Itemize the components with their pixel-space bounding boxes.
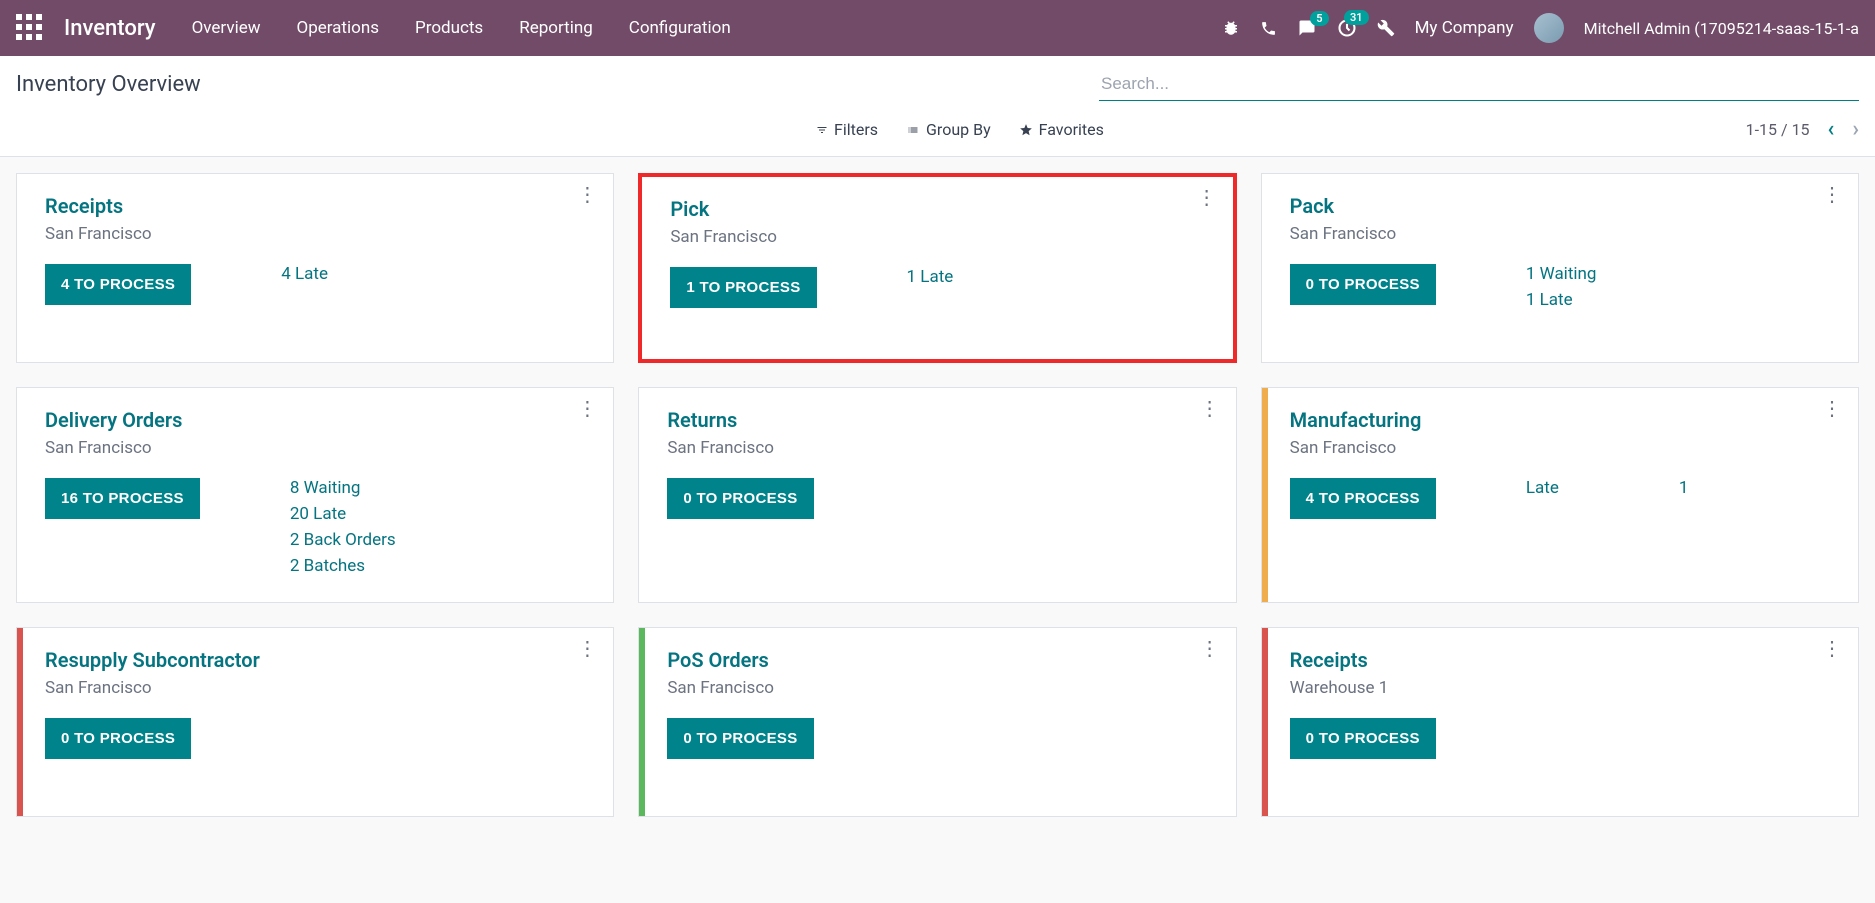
card-title[interactable]: Pack bbox=[1290, 194, 1836, 218]
stat-link[interactable]: 2 Back Orders bbox=[290, 530, 396, 550]
stat-link[interactable]: 4 Late bbox=[281, 264, 328, 284]
bug-icon[interactable] bbox=[1222, 19, 1240, 37]
topbar-right: 5 31 My Company Mitchell Admin (17095214… bbox=[1222, 13, 1859, 43]
card-menu-icon[interactable]: ⋮ bbox=[1200, 642, 1220, 654]
card-menu-icon[interactable]: ⋮ bbox=[1822, 188, 1842, 200]
kanban-card: ⋮Receipts Warehouse 1 0 TO PROCESS bbox=[1261, 627, 1859, 817]
card-subtitle: San Francisco bbox=[45, 438, 591, 458]
stat-link[interactable]: Late bbox=[1526, 478, 1559, 498]
card-title[interactable]: Receipts bbox=[1290, 648, 1836, 672]
messages-icon[interactable]: 5 bbox=[1297, 19, 1317, 37]
stat-link[interactable]: 2 Batches bbox=[290, 556, 396, 576]
process-button[interactable]: 0 TO PROCESS bbox=[1290, 718, 1436, 759]
card-title[interactable]: Returns bbox=[667, 408, 1213, 432]
kanban-card: ⋮Returns San Francisco 0 TO PROCESS bbox=[638, 387, 1236, 603]
stat-link[interactable]: 20 Late bbox=[290, 504, 396, 524]
stat-link[interactable]: 8 Waiting bbox=[290, 478, 396, 498]
avatar[interactable] bbox=[1534, 13, 1564, 43]
phone-icon[interactable] bbox=[1260, 20, 1277, 37]
card-subtitle: San Francisco bbox=[45, 224, 591, 244]
status-stripe bbox=[639, 628, 645, 816]
process-button[interactable]: 4 TO PROCESS bbox=[45, 264, 191, 305]
process-button[interactable]: 0 TO PROCESS bbox=[667, 718, 813, 759]
status-stripe bbox=[1262, 388, 1268, 602]
card-menu-icon[interactable]: ⋮ bbox=[577, 188, 597, 200]
activities-icon[interactable]: 31 bbox=[1337, 18, 1357, 38]
process-button[interactable]: 0 TO PROCESS bbox=[667, 478, 813, 519]
kanban-card: ⋮Receipts San Francisco 4 TO PROCESS 4 Late bbox=[16, 173, 614, 363]
process-button[interactable]: 0 TO PROCESS bbox=[45, 718, 191, 759]
status-stripe bbox=[17, 628, 23, 816]
pager: 1-15 / 15 ‹ › bbox=[1746, 117, 1859, 142]
stat-link[interactable]: 1 Late bbox=[907, 267, 954, 287]
control-panel: Inventory Overview Filters Group By Favo… bbox=[0, 56, 1875, 157]
kanban-card: ⋮Delivery Orders San Francisco 16 TO PROCE… bbox=[16, 387, 614, 603]
card-subtitle: San Francisco bbox=[667, 678, 1213, 698]
user-menu[interactable]: Mitchell Admin (17095214-saas-15-1-a bbox=[1584, 19, 1859, 38]
status-stripe bbox=[1262, 628, 1268, 816]
topbar: Inventory Overview Operations Products R… bbox=[0, 0, 1875, 56]
favorites-button[interactable]: Favorites bbox=[1019, 120, 1104, 139]
kanban-board: ⋮ReceiptsSan Francisco4 TO PROCESS4 Late… bbox=[0, 157, 1875, 833]
company-selector[interactable]: My Company bbox=[1415, 18, 1514, 38]
card-title[interactable]: Manufacturing bbox=[1290, 408, 1836, 432]
filters-button[interactable]: Filters bbox=[816, 120, 878, 139]
card-menu-icon[interactable]: ⋮ bbox=[577, 402, 597, 414]
nav-reporting[interactable]: Reporting bbox=[519, 18, 593, 38]
card-title[interactable]: Pick bbox=[670, 197, 1210, 221]
nav-operations[interactable]: Operations bbox=[297, 18, 380, 38]
pager-prev[interactable]: ‹ bbox=[1828, 117, 1835, 142]
stat-link[interactable]: 1 Late bbox=[1526, 290, 1597, 310]
card-title[interactable]: PoS Orders bbox=[667, 648, 1213, 672]
process-button[interactable]: 4 TO PROCESS bbox=[1290, 478, 1436, 519]
card-subtitle: San Francisco bbox=[1290, 224, 1836, 244]
messages-badge: 5 bbox=[1310, 11, 1328, 26]
apps-icon[interactable] bbox=[16, 14, 44, 42]
process-button[interactable]: 1 TO PROCESS bbox=[670, 267, 816, 308]
list-icon bbox=[906, 124, 920, 136]
card-subtitle: San Francisco bbox=[45, 678, 591, 698]
card-subtitle: San Francisco bbox=[670, 227, 1210, 247]
groupby-button[interactable]: Group By bbox=[906, 120, 991, 139]
card-subtitle: Warehouse 1 bbox=[1290, 678, 1836, 698]
kanban-card: ⋮Pack San Francisco 0 TO PROCESS 1 Waiting 1… bbox=[1261, 173, 1859, 363]
stat-link[interactable]: 1 Waiting bbox=[1526, 264, 1597, 284]
nav-products[interactable]: Products bbox=[415, 18, 483, 38]
card-menu-icon[interactable]: ⋮ bbox=[1197, 191, 1217, 203]
kanban-card: ⋮PoS Orders San Francisco 0 TO PROCESS bbox=[638, 627, 1236, 817]
card-subtitle: San Francisco bbox=[1290, 438, 1836, 458]
nav-configuration[interactable]: Configuration bbox=[629, 18, 731, 38]
card-title[interactable]: Resupply Subcontractor bbox=[45, 648, 591, 672]
kanban-card: ⋮Manufacturing San Francisco 4 TO PROCESS L… bbox=[1261, 387, 1859, 603]
star-icon bbox=[1019, 123, 1033, 137]
card-menu-icon[interactable]: ⋮ bbox=[577, 642, 597, 654]
tools-icon[interactable] bbox=[1377, 19, 1395, 37]
filter-icon bbox=[816, 124, 828, 136]
nav-overview[interactable]: Overview bbox=[192, 18, 261, 38]
process-button[interactable]: 0 TO PROCESS bbox=[1290, 264, 1436, 305]
process-button[interactable]: 16 TO PROCESS bbox=[45, 478, 200, 519]
card-menu-icon[interactable]: ⋮ bbox=[1200, 402, 1220, 414]
card-subtitle: San Francisco bbox=[667, 438, 1213, 458]
main-nav: Overview Operations Products Reporting C… bbox=[192, 18, 731, 38]
card-title[interactable]: Delivery Orders bbox=[45, 408, 591, 432]
stat-count: 1 bbox=[1679, 478, 1689, 498]
card-menu-icon[interactable]: ⋮ bbox=[1822, 642, 1842, 654]
kanban-card: ⋮Pick San Francisco 1 TO PROCESS 1 Late bbox=[638, 173, 1236, 363]
search-input[interactable] bbox=[1099, 68, 1859, 101]
card-menu-icon[interactable]: ⋮ bbox=[1822, 402, 1842, 414]
activities-badge: 31 bbox=[1344, 10, 1369, 25]
card-title[interactable]: Receipts bbox=[45, 194, 591, 218]
pager-next[interactable]: › bbox=[1852, 117, 1859, 142]
search-options: Filters Group By Favorites bbox=[816, 120, 1104, 139]
kanban-card: ⋮Resupply Subcontractor San Francisco 0 TO… bbox=[16, 627, 614, 817]
pager-count[interactable]: 1-15 / 15 bbox=[1746, 120, 1810, 139]
brand[interactable]: Inventory bbox=[64, 16, 156, 41]
page-title: Inventory Overview bbox=[16, 72, 201, 97]
